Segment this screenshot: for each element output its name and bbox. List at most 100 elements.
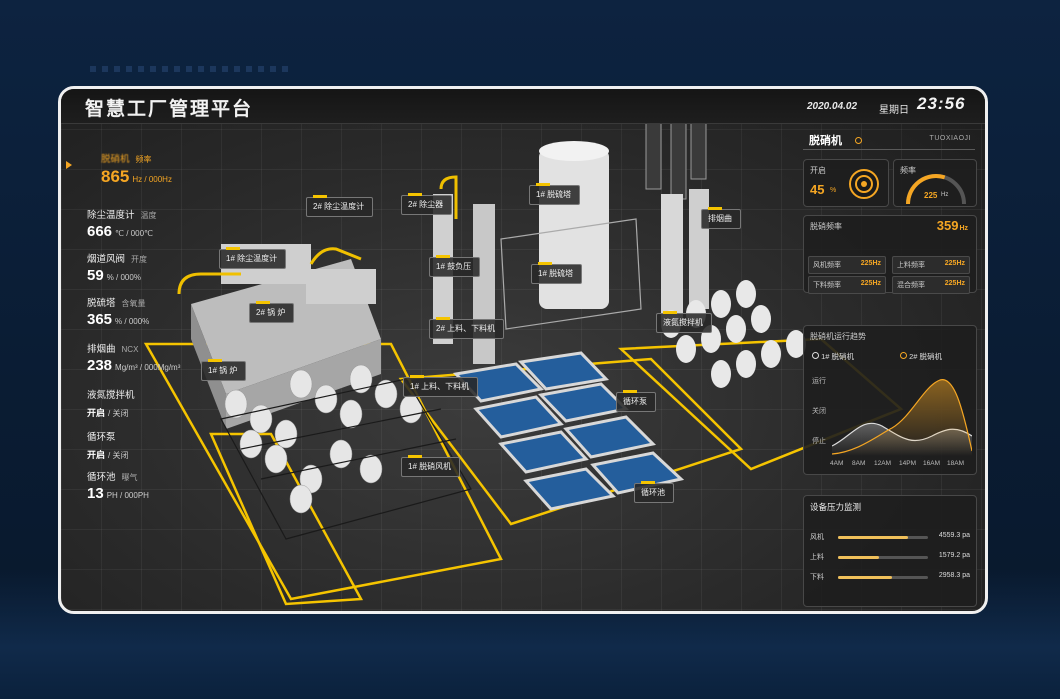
stat-title: 液氮搅拌机 bbox=[87, 390, 135, 401]
stat-title: 循环池 bbox=[87, 472, 116, 483]
stat-title: 排烟曲 bbox=[87, 344, 116, 355]
legend-2-label: 2# 脱硝机 bbox=[909, 352, 943, 361]
stat-sub: 曝气 bbox=[121, 473, 138, 482]
pressure-value: 2958.3 pa bbox=[938, 572, 970, 579]
pressure-card: 设备压力监测 风机 4559.3 pa 上料 1579.2 pa 下料 2958… bbox=[803, 495, 977, 607]
pressure-title: 设备压力监测 bbox=[810, 502, 862, 512]
x-label: 12AM bbox=[874, 460, 891, 467]
y-label-run: 运行 bbox=[812, 378, 826, 385]
stat-title: 除尘温度计 bbox=[87, 210, 135, 221]
gauge-card[interactable]: 频率 225 Hz bbox=[893, 159, 977, 207]
switch-card[interactable]: 开启 45 % bbox=[803, 159, 889, 207]
stat-value: 59 bbox=[87, 267, 104, 284]
gauge-value: 225 bbox=[924, 191, 938, 200]
label-1-negative-pressure[interactable]: 1# 鼓负压 bbox=[429, 255, 481, 277]
mini-fan-freq[interactable]: 风机频率 225Hz bbox=[808, 256, 886, 274]
stat-title: 循环泵 bbox=[87, 432, 116, 443]
mini-value: 225Hz bbox=[944, 280, 965, 287]
stat-flue-valve[interactable]: 烟道风阀 开度 59% / 000% bbox=[87, 249, 237, 285]
stat-value: 865 bbox=[101, 167, 130, 186]
switch-unit: % bbox=[830, 187, 837, 194]
x-label: 16AM bbox=[923, 460, 940, 467]
pressure-name: 上料 bbox=[810, 554, 824, 561]
pressure-fill bbox=[838, 536, 909, 539]
trend-title: 脱硝机运行趋势 bbox=[810, 332, 866, 341]
legend-1[interactable]: 1# 脱硝机 bbox=[812, 351, 854, 362]
stat-sub: 含氧量 bbox=[121, 299, 146, 308]
right-panel-title: 脱硝机 bbox=[809, 135, 842, 147]
x-label: 8AM bbox=[852, 460, 866, 467]
label-1-desulfur-tower-top[interactable]: 1# 脱硫塔 bbox=[529, 183, 581, 205]
stat-sub: 温度 bbox=[140, 211, 157, 220]
frequency-card: 脱硝频率 359Hz 风机频率 225Hz 上料频率 225Hz 下料频率 225Hz… bbox=[803, 215, 977, 294]
mini-mix-freq[interactable]: 混合频率 225Hz bbox=[892, 276, 970, 294]
pressure-name: 风机 bbox=[810, 534, 824, 541]
stat-circulation-pool[interactable]: 循环池 曝气 13 PH / 000PH bbox=[87, 467, 237, 503]
switch-value: 45 bbox=[810, 182, 825, 197]
stat-value: 365 bbox=[87, 311, 113, 328]
pressure-value: 4559.3 pa bbox=[938, 532, 970, 539]
stat-value: 开启 bbox=[87, 450, 106, 460]
label-2-boiler[interactable]: 2# 锅 炉 bbox=[249, 301, 295, 323]
freq-value-wrap: 359Hz bbox=[937, 218, 968, 233]
stat-denitrator[interactable]: 脱硝机 频率 865 Hz / 000Hz bbox=[66, 149, 219, 187]
stat-unit: PH / 000PH bbox=[106, 491, 149, 500]
label-exhaust[interactable]: 排烟曲 bbox=[701, 207, 741, 229]
mini-name: 风机频率 bbox=[813, 262, 841, 269]
top-header: 智慧工厂管理平台 2020.04.02 星期日 23:56 bbox=[61, 89, 985, 124]
stat-value: 开启 bbox=[87, 408, 106, 418]
header-time: 23:56 bbox=[917, 94, 966, 113]
label-circulation-pool[interactable]: 循环池 bbox=[634, 481, 674, 503]
right-panel-subtitle: TUOXIAOJI bbox=[929, 135, 971, 142]
mini-value: 225Hz bbox=[860, 280, 881, 287]
pressure-name: 下料 bbox=[810, 574, 824, 581]
freq-label: 脱硝频率 bbox=[810, 222, 842, 231]
mini-load-freq[interactable]: 上料频率 225Hz bbox=[892, 256, 970, 274]
chimneys bbox=[645, 89, 709, 324]
label-1-boiler[interactable]: 1# 锅 炉 bbox=[201, 359, 247, 381]
label-1-feeder[interactable]: 1# 上料、下料机 bbox=[403, 375, 479, 397]
pressure-row-fan: 风机 4559.3 pa bbox=[810, 530, 970, 544]
legend-dot-icon bbox=[900, 352, 907, 359]
label-circulation-pump[interactable]: 循环泵 bbox=[616, 390, 656, 412]
stat-dust-thermometer[interactable]: 除尘温度计 温度 666 ℃ / 000℃ bbox=[87, 205, 237, 241]
mini-value: 225Hz bbox=[860, 260, 881, 267]
trend-card: 脱硝机运行趋势 1# 脱硝机 2# 脱硝机 运行 关闭 停止 4AM 8AM 1… bbox=[803, 325, 977, 475]
label-1-dust-thermometer[interactable]: 1# 除尘温度计 bbox=[219, 247, 287, 269]
right-panel-header: 脱硝机 TUOXIAOJI bbox=[803, 129, 975, 150]
stat-unit: / 关闭 bbox=[108, 409, 129, 418]
legend-2[interactable]: 2# 脱硝机 bbox=[900, 351, 942, 362]
stat-unit: Hz / 000Hz bbox=[132, 175, 172, 184]
pressure-row-load: 上料 1579.2 pa bbox=[810, 550, 970, 564]
stat-circulation-pump[interactable]: 循环泵 开启 / 关闭 bbox=[87, 427, 237, 463]
mini-name: 上料频率 bbox=[897, 262, 925, 269]
status-dot-icon bbox=[855, 137, 862, 144]
power-knob-icon[interactable] bbox=[848, 168, 880, 200]
x-label: 14PM bbox=[899, 460, 916, 467]
label-2-dust-collector[interactable]: 2# 除尘器 bbox=[401, 193, 453, 215]
active-indicator-icon bbox=[66, 161, 72, 169]
y-label-stop: 停止 bbox=[812, 438, 826, 445]
trend-chart bbox=[832, 379, 972, 456]
stat-sub: NCX bbox=[121, 345, 139, 354]
pressure-fill bbox=[838, 556, 879, 559]
label-nitrogen-mixer[interactable]: 液氮搅拌机 bbox=[656, 311, 712, 333]
stat-unit: Mg/m³ / 000Mg/m³ bbox=[115, 363, 181, 372]
label-1-denitration-fan[interactable]: 1# 脱硝风机 bbox=[401, 455, 461, 477]
mini-name: 下料频率 bbox=[813, 282, 841, 289]
legend-dot-icon bbox=[812, 352, 819, 359]
stat-nitrogen-mixer[interactable]: 液氮搅拌机 开启 / 关闭 bbox=[87, 385, 237, 421]
label-2-feeder[interactable]: 2# 上料、下料机 bbox=[429, 317, 505, 339]
stat-desulfur-tower[interactable]: 脱硫塔 含氧量 365% / 000% bbox=[87, 293, 237, 329]
header-date: 2020.04.02 bbox=[807, 101, 858, 112]
stat-value: 13 bbox=[87, 485, 104, 502]
y-label-off: 关闭 bbox=[812, 408, 826, 415]
label-2-dust-thermometer[interactable]: 2# 除尘温度计 bbox=[306, 195, 374, 217]
frequency-gauge bbox=[906, 174, 966, 205]
mini-unload-freq[interactable]: 下料频率 225Hz bbox=[808, 276, 886, 294]
stat-title: 脱硝机 bbox=[101, 154, 130, 165]
freq-unit: Hz bbox=[959, 225, 968, 232]
label-1-desulfur-tower[interactable]: 1# 脱硫塔 bbox=[531, 262, 583, 284]
stat-unit: ℃ / 000℃ bbox=[115, 229, 154, 238]
stat-value: 666 bbox=[87, 223, 113, 240]
